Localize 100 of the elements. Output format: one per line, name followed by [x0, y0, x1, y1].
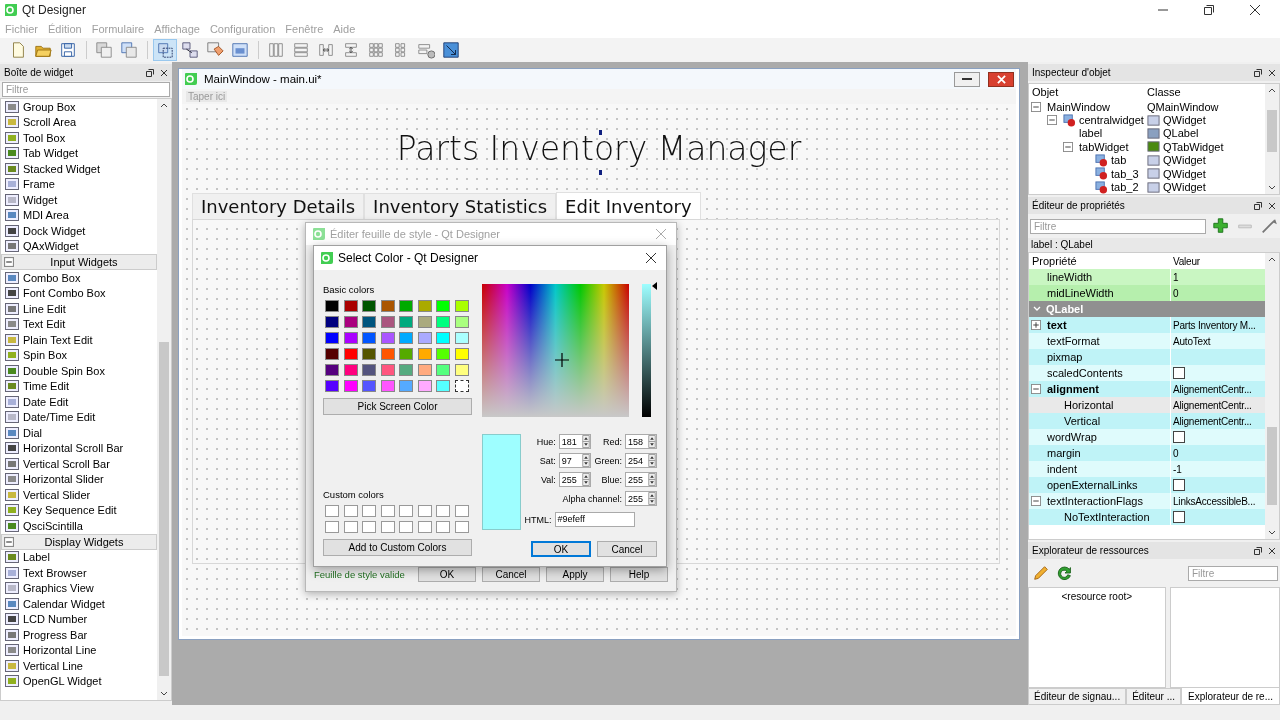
checkbox[interactable] [1173, 431, 1185, 443]
property-row[interactable]: indent -1 [1029, 461, 1265, 477]
color-swatch[interactable] [325, 505, 339, 517]
selection-handle[interactable] [599, 130, 602, 135]
close-icon[interactable] [1268, 546, 1276, 555]
spin-box[interactable]: 255 [625, 491, 657, 506]
close-icon[interactable] [160, 68, 168, 77]
object-name[interactable]: tab_2 [1111, 181, 1139, 194]
property-value[interactable]: AutoText [1173, 335, 1211, 347]
property-row[interactable]: pixmap [1029, 349, 1265, 365]
object-name[interactable]: tab [1111, 154, 1127, 167]
dialog-button[interactable]: Cancel [597, 541, 657, 557]
property-value[interactable]: 0 [1173, 287, 1179, 299]
scroll-thumb[interactable] [159, 342, 169, 676]
spin-box[interactable]: 255 [558, 472, 591, 487]
spin-box[interactable]: 97 [558, 453, 591, 468]
widget-item[interactable]: Label [23, 551, 50, 564]
property-value[interactable]: -1 [1173, 463, 1182, 475]
widget-item[interactable]: Horizontal Scroll Bar [23, 442, 124, 455]
property-row[interactable]: scaledContents [1029, 365, 1265, 381]
color-swatch[interactable] [362, 332, 376, 344]
color-swatch[interactable] [436, 380, 450, 392]
color-spectrum[interactable] [481, 284, 629, 417]
wrench-icon[interactable] [1260, 217, 1278, 235]
color-swatch[interactable] [417, 300, 432, 312]
tab[interactable]: Éditeur ... [1126, 688, 1181, 705]
color-swatch[interactable] [343, 380, 358, 392]
widget-item[interactable]: Text Edit [23, 318, 66, 331]
color-swatch[interactable] [380, 316, 395, 328]
color-swatch[interactable] [454, 332, 469, 344]
color-swatch[interactable] [343, 505, 358, 517]
column-header[interactable]: Valeur [1171, 255, 1265, 267]
widget-item[interactable]: Line Edit [23, 302, 66, 315]
widget-item[interactable]: LCD Number [23, 613, 88, 626]
color-swatch[interactable] [436, 505, 450, 517]
widget-item[interactable]: Vertical Scroll Bar [23, 457, 110, 470]
scroll-thumb[interactable] [1267, 109, 1277, 152]
widget-item[interactable]: Calendar Widget [23, 597, 105, 610]
scrollbar[interactable] [157, 99, 171, 700]
color-swatch[interactable] [362, 316, 376, 328]
object-name[interactable]: MainWindow [1047, 100, 1110, 113]
filter-field[interactable]: Filtre [1188, 565, 1278, 581]
spin-arrows-icon[interactable] [581, 454, 590, 467]
color-swatch[interactable] [362, 300, 376, 312]
category-header[interactable]: Input Widgets [1, 254, 157, 270]
widget-item[interactable]: Date Edit [23, 395, 69, 408]
dialog-button[interactable]: OK [531, 541, 591, 557]
expand-icon[interactable] [1031, 320, 1041, 330]
widget-item[interactable]: Frame [23, 178, 55, 191]
scroll-down-icon[interactable] [160, 691, 168, 696]
color-swatch[interactable] [399, 316, 413, 328]
slider-arrow[interactable] [651, 282, 657, 290]
widget-item[interactable]: Vertical Slider [23, 488, 91, 501]
column-header[interactable]: Objet [1029, 86, 1147, 98]
widget-item[interactable]: Spin Box [23, 349, 68, 362]
property-value[interactable]: 1 [1173, 271, 1179, 283]
spin-box[interactable]: 158 [625, 434, 657, 449]
color-swatch[interactable] [325, 348, 339, 360]
color-swatch[interactable] [454, 300, 469, 312]
spin-arrows-icon[interactable] [648, 454, 656, 467]
tab[interactable]: Inventory Details [192, 193, 365, 219]
color-swatch[interactable] [325, 364, 339, 376]
widget-item[interactable]: Time Edit [23, 380, 70, 393]
color-swatch[interactable] [417, 364, 432, 376]
color-swatch[interactable] [362, 521, 376, 533]
scroll-up-icon[interactable] [160, 103, 168, 108]
property-value[interactable]: AlignementCentr... [1173, 383, 1252, 395]
color-swatch[interactable] [417, 380, 432, 392]
minimize-button[interactable] [954, 71, 980, 87]
object-name[interactable]: tabWidget [1079, 140, 1129, 153]
widget-item[interactable]: Combo Box [23, 271, 81, 284]
color-swatch[interactable] [436, 316, 450, 328]
collapse-icon[interactable] [1031, 496, 1041, 506]
maximize-icon[interactable] [1204, 5, 1214, 15]
form-label[interactable]: Parts Inventory Manager [396, 128, 802, 168]
spin-box[interactable]: 181 [558, 434, 591, 449]
color-swatch[interactable] [362, 380, 376, 392]
color-swatch[interactable] [362, 505, 376, 517]
checkbox[interactable] [1173, 479, 1185, 491]
tab[interactable]: Inventory Statistics [364, 193, 557, 219]
property-row[interactable]: midLineWidth 0 [1029, 285, 1265, 301]
property-row[interactable]: lineWidth 1 [1029, 269, 1265, 285]
color-swatch[interactable] [454, 348, 469, 360]
widget-item[interactable]: Text Browser [23, 566, 87, 579]
widget-item[interactable]: Plain Text Edit [23, 333, 93, 346]
color-swatch[interactable] [436, 300, 450, 312]
filter-field[interactable]: Filtre [2, 82, 170, 97]
close-icon[interactable] [646, 253, 656, 263]
widget-item[interactable]: Tab Widget [23, 147, 79, 160]
widget-item[interactable]: MDI Area [23, 209, 69, 222]
widget-item[interactable]: Widget [23, 193, 58, 206]
color-swatch[interactable] [325, 316, 339, 328]
property-row[interactable]: Vertical AlignementCentr... [1029, 413, 1265, 429]
color-swatch[interactable] [399, 332, 413, 344]
property-row[interactable]: Horizontal AlignementCentr... [1029, 397, 1265, 413]
color-swatch[interactable] [436, 332, 450, 344]
color-swatch[interactable] [380, 300, 395, 312]
color-swatch[interactable] [417, 316, 432, 328]
widget-item[interactable]: Progress Bar [23, 628, 88, 641]
color-swatch[interactable] [417, 521, 432, 533]
